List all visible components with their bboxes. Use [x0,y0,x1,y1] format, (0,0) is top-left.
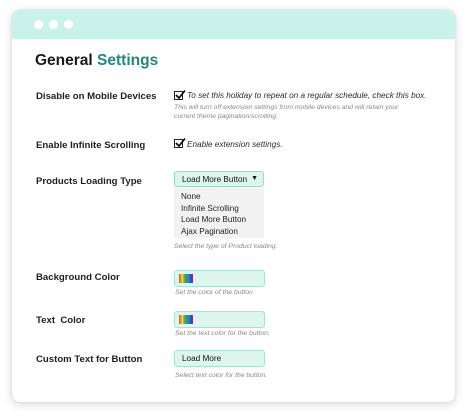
dropdown-option-infinite-scrolling[interactable]: Infinite Scrolling [181,204,239,213]
background-color-picker[interactable] [174,270,265,287]
infinite-scrolling-checkbox-text: Enable extension settings. [187,140,283,149]
page-title-main: General [35,52,93,69]
page-title: General Settings [35,52,158,70]
infinite-scrolling-label: Enable Infinite Scrolling [36,140,146,151]
mobile-devices-checkbox-text: To set this holiday to repeat on a regul… [187,91,427,100]
custom-text-value: Load More [182,354,222,363]
mobile-devices-help-line2: current theme pagination/scrolling. [174,112,278,120]
page-title-accent: Settings [97,52,159,69]
mobile-devices-checkbox[interactable] [174,89,186,100]
checkmark-icon [175,137,186,148]
loading-type-selected-value: Load More Button [182,175,248,184]
window-dot-2-icon [49,20,58,29]
custom-text-label: Custom Text for Button [36,354,143,365]
window-titlebar [12,10,455,39]
checkmark-icon [175,89,186,100]
color-swatch-icon [179,315,193,324]
mobile-devices-label: Disable on Mobile Devices [36,91,157,102]
loading-type-label: Products Loading Type [36,176,142,187]
custom-text-help: Select text color for the button. [175,372,268,379]
dropdown-option-none[interactable]: None [181,192,201,201]
window-dot-1-icon [34,20,43,29]
mobile-devices-help-line1: This will turn off extension settings fr… [174,104,399,111]
window-dot-3-icon [64,20,73,29]
dropdown-option-load-more-button[interactable]: Load More Button [181,215,246,224]
text-color-picker[interactable] [174,311,265,328]
loading-type-dropdown: None Infinite Scrolling Load More Button… [174,188,264,238]
custom-text-input[interactable]: Load More [174,350,265,367]
background-color-help: Set the color of the button [175,289,253,296]
settings-window: General Settings Disable on Mobile Devic… [12,10,455,402]
loading-type-help: Select the type of Product loading. [174,243,278,250]
chevron-down-icon: ▼ [251,175,258,182]
loading-type-select[interactable]: Load More Button ▼ [174,171,264,187]
color-swatch-icon [179,274,193,283]
infinite-scrolling-checkbox[interactable] [174,137,186,148]
background-color-label: Background Color [36,272,120,283]
dropdown-option-ajax-pagination[interactable]: Ajax Pagination [181,227,238,236]
text-color-label: Text Color [36,315,86,326]
text-color-help: Set the text color for the button. [175,330,270,337]
mobile-devices-help: This will turn off extension settings fr… [174,104,398,121]
